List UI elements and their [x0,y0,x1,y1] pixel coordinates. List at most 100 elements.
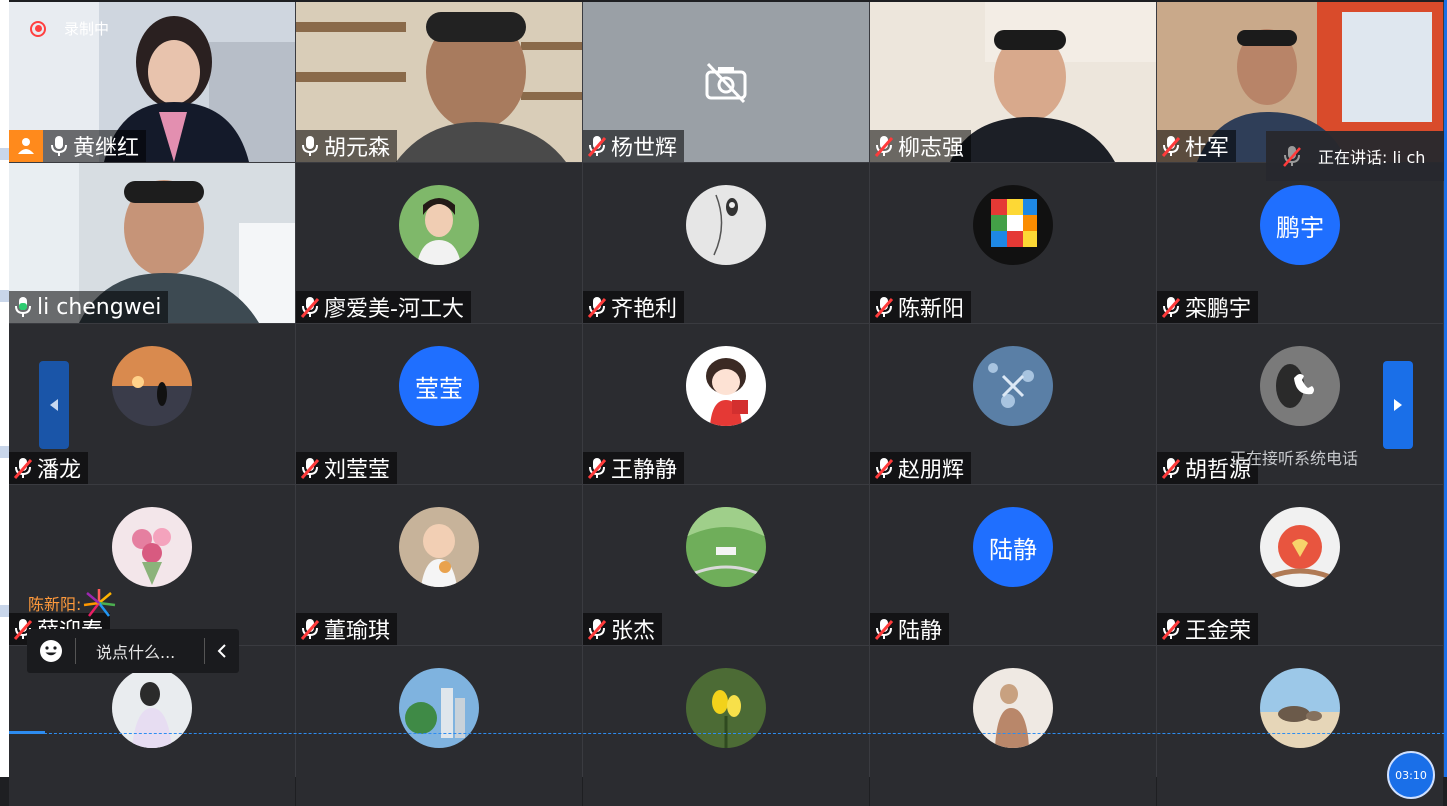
chat-input[interactable]: 说点什么... [76,639,204,663]
participant-name: 赵朋辉 [898,458,965,483]
participant-name-tag: 廖爱美-河工大 [296,291,471,323]
participant-tile[interactable]: 廖爱美-河工大 [296,163,582,323]
participant-tile[interactable]: 莹莹 刘莹莹 [296,324,582,484]
participant-avatar [686,346,766,426]
previous-page-button[interactable] [39,361,69,449]
chevron-left-icon [217,644,226,658]
mic-muted-icon [1283,146,1301,167]
participant-avatar [686,185,766,265]
participant-name-tag: 杜军 [1157,130,1237,162]
mic-on-icon [51,136,67,156]
participant-name: 栾鹏宇 [1185,297,1252,322]
participant-avatar [973,668,1053,748]
host-icon [9,130,43,162]
mic-muted-icon [1161,297,1181,318]
participant-name: 王金荣 [1185,619,1252,644]
participant-tile[interactable]: 董瑜琪 [296,485,582,645]
participant-avatar [399,668,479,748]
mic-muted-icon [874,458,894,479]
participant-tile-active-speaker[interactable]: li chengwei [9,163,295,323]
participant-name: 杨世辉 [611,136,678,161]
record-icon [30,20,46,37]
participant-name-tag: 栾鹏宇 [1157,291,1259,323]
participant-name: 刘莹莹 [324,458,391,483]
mic-muted-icon [300,297,320,318]
participant-name-tag: 潘龙 [9,452,89,484]
emoji-button[interactable] [27,639,75,663]
phone-call-status: 正在接听系统电话 [1230,449,1359,468]
participant-name: 黄继红 [73,136,140,161]
participant-tile[interactable] [870,646,1156,806]
speaking-label: 正在讲话: li ch [1318,148,1426,167]
mic-muted-icon [13,458,33,479]
mic-muted-icon [300,619,320,640]
participant-avatar [112,346,192,426]
participant-tile[interactable]: 张杰 [583,485,869,645]
smile-icon [40,640,62,662]
participant-name-tag: 黄继红 [9,130,147,162]
recording-label: 录制中 [64,20,110,38]
collapse-chat-button[interactable] [205,644,239,658]
participant-name-tag: 胡元森 [296,130,398,162]
participant-name-tag: 陈新阳 [870,291,972,323]
participant-tile[interactable] [583,646,869,806]
left-window-edge [0,0,9,777]
mic-speaking-icon [15,297,31,317]
chat-reaction-bubble: 陈新阳: [28,578,117,628]
participant-tile[interactable]: 陈新阳 [870,163,1156,323]
mic-muted-icon [1161,136,1181,157]
participant-tile[interactable]: 柳志强 [870,2,1156,162]
participant-name: 陆静 [898,619,943,644]
recording-indicator[interactable]: 录制中 [30,18,109,39]
mic-muted-icon [587,619,607,640]
participant-avatar [1260,507,1340,587]
participant-tile[interactable]: 赵朋辉 [870,324,1156,484]
fireworks-icon [84,589,116,617]
mic-muted-icon [874,297,894,318]
chat-sender: 陈新阳: [28,595,82,614]
participant-avatar [973,185,1053,265]
participant-avatar [112,507,192,587]
participant-name-tag: 董瑜琪 [296,613,398,645]
participant-name-tag: li chengwei [9,291,169,323]
participant-name: 柳志强 [898,136,965,161]
speaking-indicator: 正在讲话: li ch [1266,131,1447,181]
participant-name: 齐艳利 [611,297,678,322]
next-page-button[interactable] [1383,361,1413,449]
participant-tile[interactable]: 王静静 [583,324,869,484]
participant-name: 廖爱美-河工大 [324,297,464,322]
participant-name: 杜军 [1185,136,1230,161]
participant-name: 潘龙 [37,458,82,483]
participant-tile[interactable]: 杨世辉 [583,2,869,162]
participant-avatar [686,668,766,748]
participant-name: 王静静 [611,458,678,483]
participant-avatar [399,185,479,265]
participant-avatar [973,346,1053,426]
participant-avatar [399,507,479,587]
mic-muted-icon [587,458,607,479]
participant-tile[interactable]: 胡元森 [296,2,582,162]
participant-name-tag: 张杰 [583,613,663,645]
participant-name: 张杰 [611,619,656,644]
participant-tile[interactable]: 鹏宇 栾鹏宇 [1157,163,1443,323]
participant-name-tag: 刘莹莹 [296,452,398,484]
participant-name-tag: 陆静 [870,613,950,645]
chat-input-bar[interactable]: 说点什么... [27,629,239,673]
participant-avatar [112,668,192,748]
participant-name: 陈新阳 [898,297,965,322]
chevron-right-icon [1394,399,1402,411]
mic-muted-icon [1161,458,1181,479]
participant-tile[interactable]: 王金荣 [1157,485,1443,645]
participant-avatar-initials: 莹莹 [399,346,479,426]
camera-off-icon [705,62,747,104]
meeting-timer[interactable]: 03:10 [1387,751,1435,799]
participant-name: li chengwei [37,294,162,320]
participant-avatar-initials: 陆静 [973,507,1053,587]
participant-tile[interactable] [296,646,582,806]
participant-avatar [1260,668,1340,748]
participant-tile[interactable]: 陆静 陆静 [870,485,1156,645]
mic-muted-icon [587,136,607,157]
mic-muted-icon [874,136,894,157]
mic-muted-icon [1161,619,1181,640]
participant-tile[interactable]: 齐艳利 [583,163,869,323]
